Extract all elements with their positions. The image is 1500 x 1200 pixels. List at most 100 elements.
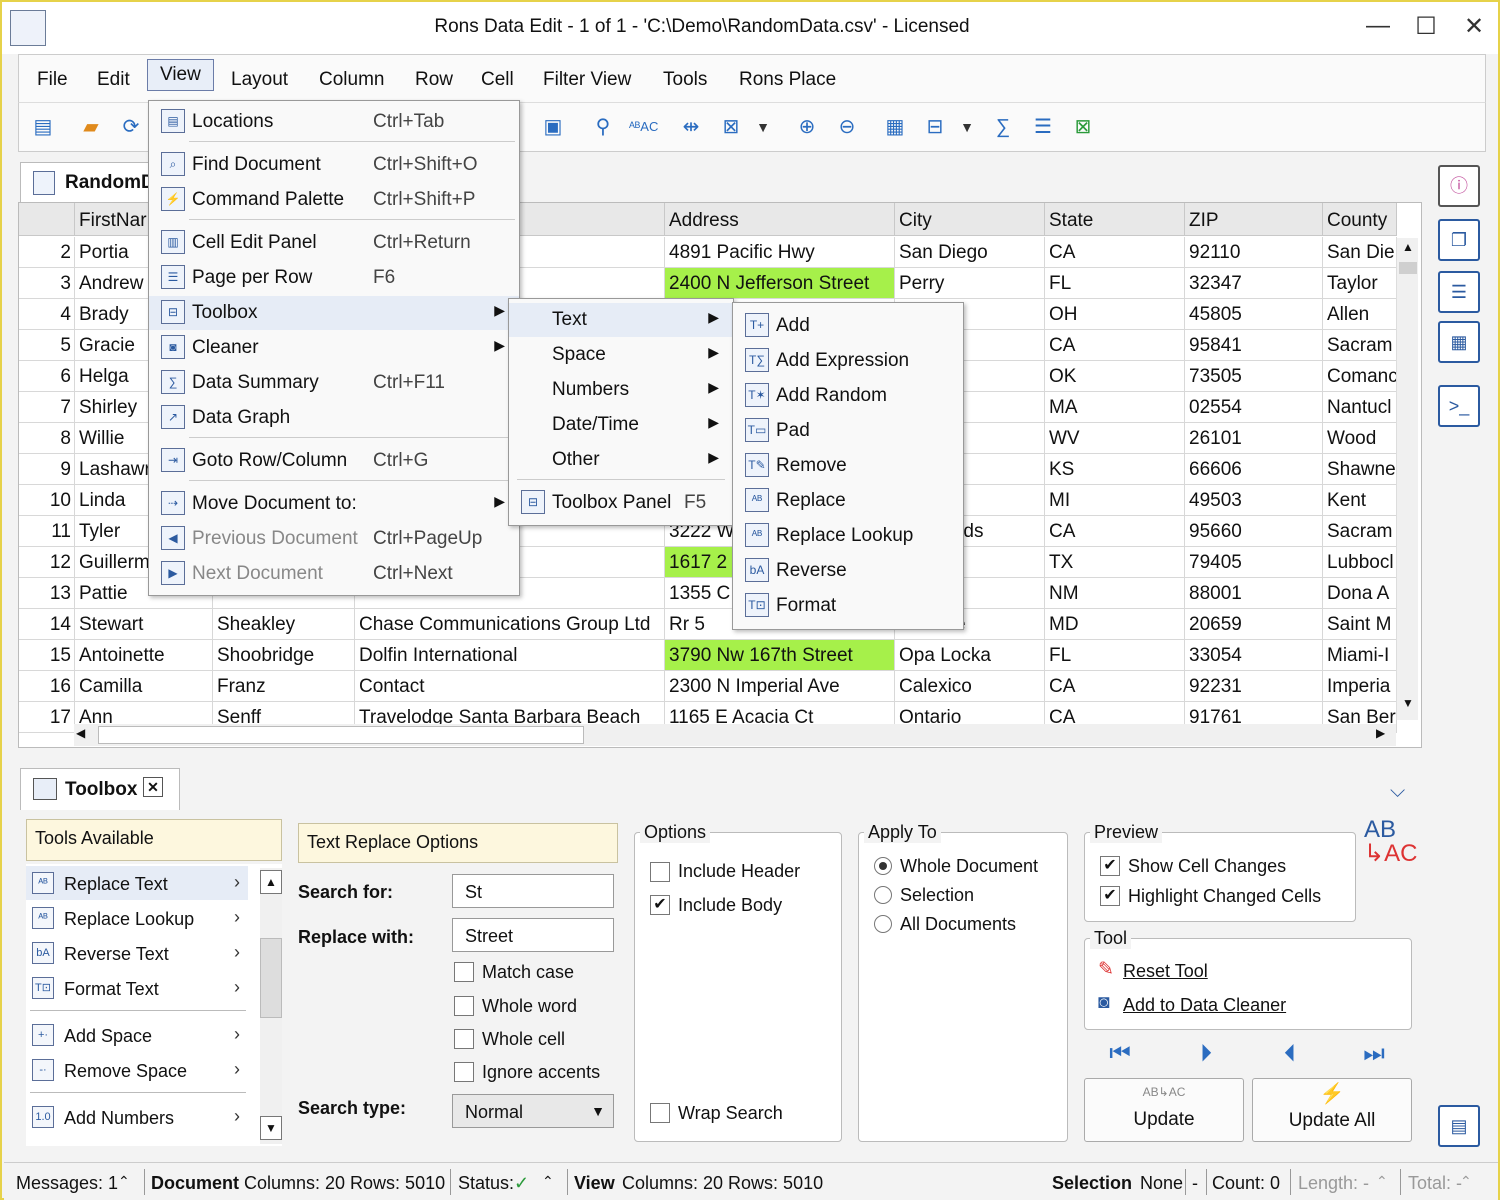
menu-item-format[interactable]: T⊡ Format xyxy=(733,589,963,623)
row-number[interactable]: 4 xyxy=(19,299,75,330)
column-header[interactable]: City xyxy=(895,203,1045,236)
table-cell[interactable]: Sacram xyxy=(1323,516,1397,547)
table-cell[interactable]: Wood xyxy=(1323,423,1397,454)
table-cell[interactable]: Sheakley xyxy=(213,609,355,640)
table-cell[interactable]: NM xyxy=(1045,578,1185,609)
table-cell[interactable]: FL xyxy=(1045,640,1185,671)
menu-rons-place[interactable]: Rons Place xyxy=(739,69,836,91)
row-number[interactable]: 8 xyxy=(19,423,75,454)
menu-tools[interactable]: Tools xyxy=(663,69,707,91)
page-view-icon[interactable]: ▤ xyxy=(1438,1105,1480,1147)
whole-document-radio[interactable] xyxy=(874,857,892,875)
row-header-corner[interactable] xyxy=(19,203,75,236)
menu-layout[interactable]: Layout xyxy=(231,69,288,91)
tool-item-reverse-text[interactable]: bA Reverse Text › xyxy=(26,936,248,970)
table-cell[interactable]: Miami-I xyxy=(1323,640,1397,671)
row-number[interactable]: 15 xyxy=(19,640,75,671)
menu-row[interactable]: Row xyxy=(415,69,453,91)
table-cell[interactable]: San Diego xyxy=(895,237,1045,268)
horizontal-scrollbar[interactable]: ◀ ▶ xyxy=(74,724,1396,746)
table-cell[interactable]: Camilla xyxy=(75,671,213,702)
menu-edit[interactable]: Edit xyxy=(97,69,130,91)
menu-item-other[interactable]: Other ▶ xyxy=(509,443,733,477)
chevron-down-icon[interactable]: ⌵ xyxy=(1390,780,1405,803)
book-icon[interactable]: ▤ xyxy=(29,113,57,141)
menu-item-add-expression[interactable]: T∑ Add Expression xyxy=(733,344,963,378)
column-header[interactable]: Address xyxy=(665,203,895,236)
table-cell[interactable]: Dona A xyxy=(1323,578,1397,609)
menu-item-goto-row-column[interactable]: ⇥ Goto Row/Column Ctrl+G xyxy=(149,444,519,478)
row-number[interactable]: 14 xyxy=(19,609,75,640)
table-cell[interactable]: 66606 xyxy=(1185,454,1323,485)
table-cell[interactable]: San Die xyxy=(1323,237,1397,268)
scroll-up-icon[interactable]: ▲ xyxy=(1399,240,1417,260)
menu-item-data-graph[interactable]: ↗ Data Graph xyxy=(149,401,519,435)
table-cell[interactable]: 45805 xyxy=(1185,299,1323,330)
table-cell[interactable]: 3790 Nw 167th Street xyxy=(665,640,895,671)
chevron-up-icon[interactable]: ⌃ xyxy=(1376,1173,1388,1190)
table-cell[interactable]: CA xyxy=(1045,671,1185,702)
replace-with-input[interactable]: Street xyxy=(452,918,614,952)
table-cell[interactable]: Imperia xyxy=(1323,671,1397,702)
document-info-icon[interactable]: ⓘ xyxy=(1438,165,1480,207)
scroll-right-icon[interactable]: ▶ xyxy=(1376,726,1385,740)
console-icon[interactable]: >_ xyxy=(1438,385,1480,427)
table-cell[interactable]: Saint M xyxy=(1323,609,1397,640)
table-cell[interactable]: 26101 xyxy=(1185,423,1323,454)
scroll-down-icon[interactable]: ▼ xyxy=(260,1116,282,1140)
chevron-down-icon[interactable]: ▼ xyxy=(749,113,777,141)
chevron-up-icon[interactable]: ⌃ xyxy=(1460,1173,1472,1190)
table-cell[interactable]: TX xyxy=(1045,547,1185,578)
tool-item-replace-text[interactable]: ᴬᴮ Replace Text › xyxy=(26,866,248,900)
table-cell[interactable]: Lubbocl xyxy=(1323,547,1397,578)
table-cell[interactable]: Opa Locka xyxy=(895,640,1045,671)
update-all-button[interactable]: ⚡ Update All xyxy=(1252,1078,1412,1142)
scroll-up-icon[interactable]: ▲ xyxy=(260,870,282,894)
row-number[interactable]: 5 xyxy=(19,330,75,361)
tools-scrollbar[interactable]: ▲ ▼ xyxy=(260,868,282,1144)
reset-tool-link[interactable]: Reset Tool xyxy=(1123,961,1208,982)
menu-item-toolbox[interactable]: ⊟ Toolbox ▶ xyxy=(149,296,519,330)
scroll-left-icon[interactable]: ◀ xyxy=(76,726,85,740)
highlight-changed-checkbox[interactable]: ✔ xyxy=(1100,886,1120,906)
menu-item-remove[interactable]: T✎ Remove xyxy=(733,449,963,483)
row-number[interactable]: 12 xyxy=(19,547,75,578)
menu-item-toolbox-panel[interactable]: ⊟ Toolbox Panel F5 xyxy=(509,486,733,520)
search-type-select[interactable]: Normal ▼ xyxy=(452,1094,614,1128)
hscroll-thumb[interactable] xyxy=(98,726,584,744)
row-number[interactable]: 10 xyxy=(19,485,75,516)
include-body-checkbox[interactable]: ✔ xyxy=(650,895,670,915)
tool-item-remove-space[interactable]: -· Remove Space › xyxy=(26,1053,248,1087)
maximize-button[interactable]: ☐ xyxy=(1406,12,1446,41)
list-view-icon[interactable]: ☰ xyxy=(1029,113,1057,141)
menu-item-add-random[interactable]: T✶ Add Random xyxy=(733,379,963,413)
include-header-checkbox[interactable] xyxy=(650,862,670,882)
table-cell[interactable]: Chase Communications Group Ltd xyxy=(355,609,665,640)
data-summary-icon[interactable]: ∑ xyxy=(989,113,1017,141)
table-cell[interactable]: Kent xyxy=(1323,485,1397,516)
replace-icon[interactable]: ᴬᴮAC xyxy=(629,113,658,141)
table-cell[interactable]: 95660 xyxy=(1185,516,1323,547)
menu-item-add[interactable]: T+ Add xyxy=(733,309,963,343)
table-cell[interactable]: 92231 xyxy=(1185,671,1323,702)
column-header[interactable]: State xyxy=(1045,203,1185,236)
row-number[interactable]: 7 xyxy=(19,392,75,423)
table-cell[interactable]: CA xyxy=(1045,237,1185,268)
wrap-search-checkbox[interactable] xyxy=(650,1103,670,1123)
menu-item-data-summary[interactable]: ∑ Data Summary Ctrl+F11 xyxy=(149,366,519,400)
scroll-thumb[interactable] xyxy=(1399,262,1417,274)
chevron-up-icon[interactable]: ⌃ xyxy=(118,1173,130,1190)
table-cell[interactable]: 73505 xyxy=(1185,361,1323,392)
table-cell[interactable]: Perry xyxy=(895,268,1045,299)
row-number[interactable]: 16 xyxy=(19,671,75,702)
table-cell[interactable]: 2300 N Imperial Ave xyxy=(665,671,895,702)
messages-status[interactable]: Messages: 1 xyxy=(16,1173,118,1194)
column-header[interactable]: ZIP xyxy=(1185,203,1323,236)
table-cell[interactable]: 88001 xyxy=(1185,578,1323,609)
table-cell[interactable]: Taylor xyxy=(1323,268,1397,299)
reload-icon[interactable]: ⟳ xyxy=(117,113,145,141)
table-cell[interactable]: Stewart xyxy=(75,609,213,640)
menu-item-replace[interactable]: ᴬᴮ Replace xyxy=(733,484,963,518)
row-number[interactable]: 13 xyxy=(19,578,75,609)
menu-item-find-document[interactable]: ⌕ Find Document Ctrl+Shift+O xyxy=(149,148,519,182)
